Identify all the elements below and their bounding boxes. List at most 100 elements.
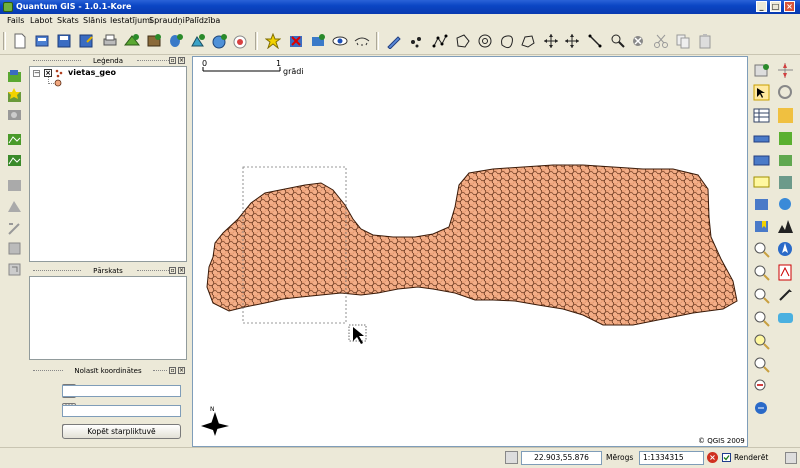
print-icon[interactable] bbox=[102, 33, 118, 49]
add-green-layer-icon[interactable] bbox=[6, 131, 23, 148]
overview-add-icon[interactable] bbox=[310, 33, 326, 49]
zoom-out-icon[interactable] bbox=[753, 264, 770, 281]
projection-icon[interactable] bbox=[785, 452, 797, 464]
stop-render-icon[interactable]: × bbox=[707, 452, 718, 463]
zoom-full-icon[interactable] bbox=[753, 287, 770, 304]
scale-text-icon[interactable] bbox=[777, 107, 794, 124]
delimited-text-icon[interactable] bbox=[777, 310, 794, 327]
layer-grey-5-icon[interactable] bbox=[6, 261, 23, 278]
add-layer-green-icon[interactable] bbox=[6, 68, 23, 85]
float-panel-button[interactable]: ▫ bbox=[169, 367, 176, 374]
compass-icon[interactable] bbox=[777, 62, 794, 79]
cut-icon[interactable] bbox=[653, 33, 669, 49]
add-bookmark-icon[interactable] bbox=[753, 196, 770, 213]
add-vertex-icon[interactable] bbox=[543, 33, 559, 49]
menu-help[interactable]: Palīdzība bbox=[185, 16, 220, 26]
grid-maker-icon[interactable] bbox=[777, 174, 794, 191]
split-icon[interactable] bbox=[610, 33, 626, 49]
island-icon[interactable] bbox=[499, 33, 515, 49]
zoom-in-icon[interactable] bbox=[753, 241, 770, 258]
edit-pencil-icon[interactable] bbox=[386, 33, 402, 49]
close-panel-button[interactable]: × bbox=[178, 57, 185, 64]
new-vector-layer-icon[interactable] bbox=[190, 33, 206, 49]
show-hide-icon[interactable] bbox=[332, 33, 348, 49]
map-tips-icon[interactable] bbox=[753, 174, 770, 191]
capture-point-icon[interactable] bbox=[408, 33, 424, 49]
add-vector-layer-icon[interactable] bbox=[124, 33, 140, 49]
select-tool-icon[interactable] bbox=[753, 84, 770, 101]
add-wms-layer-icon[interactable] bbox=[212, 33, 228, 49]
north-label: N bbox=[210, 406, 215, 413]
qgis-logo-icon bbox=[3, 2, 13, 12]
scale-input[interactable]: 1:1334315 bbox=[639, 451, 704, 465]
close-panel-button[interactable]: × bbox=[178, 367, 185, 374]
paste-icon[interactable] bbox=[697, 33, 713, 49]
attribute-table-icon[interactable] bbox=[753, 107, 770, 124]
layer-grey-2-icon[interactable] bbox=[6, 198, 23, 215]
layer-name[interactable]: vietas_geo bbox=[68, 68, 116, 78]
menu-plugins[interactable]: Spraudņi bbox=[149, 16, 185, 26]
close-button[interactable]: × bbox=[784, 1, 795, 12]
hide-all-icon[interactable] bbox=[354, 33, 370, 49]
save-project-icon[interactable] bbox=[56, 33, 72, 49]
menu-edit[interactable]: Labot bbox=[30, 16, 52, 26]
menu-settings[interactable]: Iestatījumi bbox=[110, 16, 152, 26]
float-panel-button[interactable]: ▫ bbox=[169, 267, 176, 274]
minimize-button[interactable]: _ bbox=[756, 1, 767, 12]
open-project-icon[interactable] bbox=[34, 33, 50, 49]
menu-view[interactable]: Skats bbox=[57, 16, 79, 26]
float-panel-button[interactable]: ▫ bbox=[169, 57, 176, 64]
remove-layer-icon[interactable] bbox=[288, 33, 304, 49]
add-raster-layer-icon[interactable] bbox=[146, 33, 162, 49]
collapse-toggle[interactable]: − bbox=[33, 70, 40, 77]
layer-grey-icon[interactable] bbox=[6, 177, 23, 194]
help-icon[interactable] bbox=[753, 400, 770, 417]
refresh-icon[interactable] bbox=[753, 378, 770, 395]
show-all-layers-icon[interactable] bbox=[265, 33, 281, 49]
measure-area-icon[interactable] bbox=[753, 152, 770, 169]
pan-icon[interactable] bbox=[753, 62, 770, 79]
layer-grey-4-icon[interactable] bbox=[6, 240, 23, 257]
main-toolbar bbox=[0, 28, 800, 55]
identify-layer-icon[interactable] bbox=[6, 106, 23, 123]
delete-vertex-icon[interactable] bbox=[587, 33, 603, 49]
measure-line-icon[interactable] bbox=[753, 130, 770, 147]
close-panel-button[interactable]: × bbox=[178, 267, 185, 274]
render-checkbox[interactable] bbox=[722, 453, 731, 462]
layer-grey-3-icon[interactable] bbox=[6, 220, 23, 237]
map-canvas[interactable]: 0 1 grādi N © QGIS 2009 bbox=[192, 56, 748, 447]
capture-polygon-icon[interactable] bbox=[455, 33, 471, 49]
add-postgis-layer-icon[interactable] bbox=[168, 33, 184, 49]
new-project-icon[interactable] bbox=[12, 33, 28, 49]
zoom-selection-icon[interactable] bbox=[753, 333, 770, 350]
coordinate-field-2[interactable] bbox=[62, 405, 181, 417]
copy-icon[interactable] bbox=[675, 33, 691, 49]
profile-icon[interactable] bbox=[777, 218, 794, 235]
move-vertex-icon[interactable] bbox=[564, 33, 580, 49]
layer-visibility-checkbox[interactable]: × bbox=[44, 69, 52, 77]
georeferencer-icon[interactable] bbox=[777, 152, 794, 169]
gps-icon[interactable] bbox=[777, 287, 794, 304]
menu-layer[interactable]: Slānis bbox=[83, 16, 107, 26]
maximize-button[interactable]: □ bbox=[770, 1, 781, 12]
add-green-layer-2-icon[interactable] bbox=[6, 152, 23, 169]
save-as-icon[interactable] bbox=[78, 33, 94, 49]
zoom-layer-icon[interactable] bbox=[753, 310, 770, 327]
coordinate-field-1[interactable] bbox=[62, 385, 181, 397]
show-bookmarks-icon[interactable] bbox=[753, 218, 770, 235]
capture-line-icon[interactable] bbox=[432, 33, 448, 49]
globe-icon[interactable] bbox=[777, 196, 794, 213]
ring-icon[interactable] bbox=[477, 33, 493, 49]
menu-file[interactable]: Fails bbox=[7, 16, 24, 26]
copy-to-clipboard-button[interactable]: Kopēt starpliktuvē bbox=[62, 424, 181, 439]
pdf-icon[interactable] bbox=[777, 264, 794, 281]
north-arrow-plugin-icon[interactable] bbox=[777, 241, 794, 258]
delete-selected-icon[interactable] bbox=[630, 33, 646, 49]
copyright-plugin-icon[interactable] bbox=[777, 84, 794, 101]
zoom-last-icon[interactable] bbox=[753, 356, 770, 373]
add-layer-star-icon[interactable] bbox=[6, 87, 23, 104]
move-feature-icon[interactable] bbox=[520, 33, 536, 49]
add-wfs-layer-icon[interactable] bbox=[233, 33, 249, 49]
green-plugin-icon[interactable] bbox=[777, 130, 794, 147]
toggle-extents-icon[interactable] bbox=[505, 451, 518, 464]
